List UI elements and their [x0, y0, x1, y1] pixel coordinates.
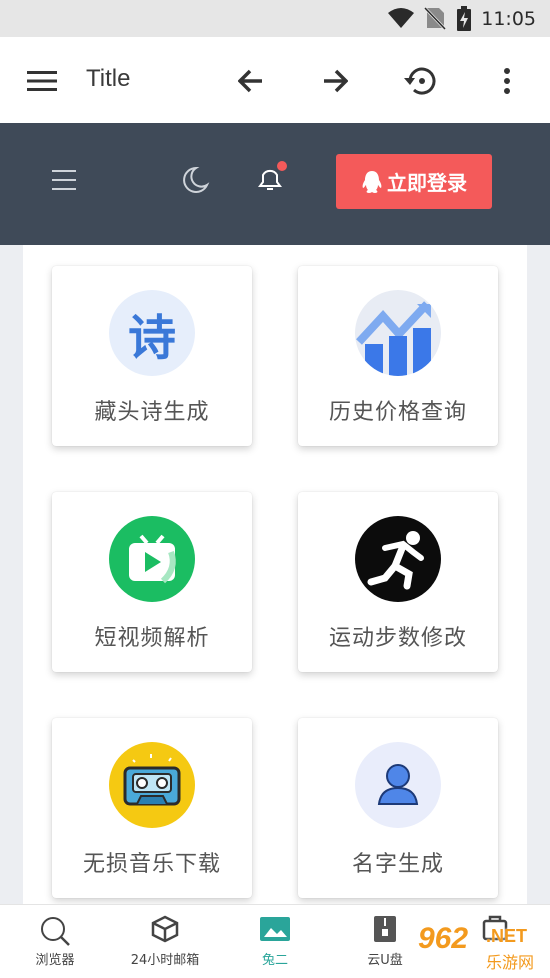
- tool-card-step-count[interactable]: 运动步数修改: [298, 492, 498, 672]
- tool-label: 运动步数修改: [328, 626, 467, 651]
- nav-label: 浏览器: [35, 953, 75, 968]
- tool-label: 历史价格查询: [328, 400, 467, 425]
- forward-arrow-icon: [324, 69, 348, 93]
- tool-card-acrostic-poem[interactable]: 诗 藏头诗生成: [52, 266, 252, 446]
- watermark-brand: 962: [418, 922, 469, 955]
- zip-icon: [374, 916, 396, 942]
- tool-label: 无损音乐下载: [82, 852, 221, 877]
- price-chart-icon: [355, 290, 441, 376]
- dark-mode-toggle[interactable]: [180, 165, 210, 199]
- status-bar: 11:05: [0, 0, 550, 37]
- login-button[interactable]: 立即登录: [336, 154, 492, 209]
- no-sim-icon: [424, 6, 446, 30]
- menu-button[interactable]: [22, 61, 62, 101]
- video-icon: [109, 516, 195, 602]
- tool-card-video-parse[interactable]: 短视频解析: [52, 492, 252, 672]
- forward-button[interactable]: [315, 61, 355, 101]
- watermark-sub: 乐游网: [486, 953, 535, 972]
- site-menu-button[interactable]: [52, 169, 76, 195]
- search-icon: [41, 917, 70, 946]
- bell-icon: [258, 161, 287, 190]
- box-icon: [151, 915, 179, 943]
- poem-icon: 诗: [109, 290, 195, 376]
- history-button[interactable]: [400, 61, 440, 101]
- battery-charging-icon: [457, 6, 471, 31]
- nav-browser[interactable]: 浏览器: [0, 905, 110, 978]
- tool-card-name-generator[interactable]: 名字生成: [298, 718, 498, 898]
- wifi-icon: [388, 8, 414, 28]
- back-button[interactable]: [231, 61, 271, 101]
- moon-icon: [183, 166, 210, 193]
- nav-label: 兔二: [261, 953, 288, 968]
- hamburger-icon: [52, 170, 76, 190]
- more-options-button[interactable]: [487, 61, 527, 101]
- tool-label: 名字生成: [351, 852, 444, 877]
- app-bar: Title: [0, 37, 550, 123]
- cassette-icon: [109, 742, 195, 828]
- page-title: Title: [86, 65, 131, 92]
- person-icon: [355, 742, 441, 828]
- watermark-suffix: .NET: [486, 926, 528, 946]
- qq-penguin-icon: [362, 170, 382, 193]
- menu-icon: [27, 71, 57, 91]
- poem-glyph: 诗: [127, 310, 176, 366]
- tool-label: 藏头诗生成: [94, 400, 210, 425]
- back-arrow-icon: [238, 69, 262, 93]
- login-label: 立即登录: [387, 171, 467, 195]
- history-icon: [404, 67, 436, 95]
- nav-tuer[interactable]: 兔二: [220, 905, 330, 978]
- clock: 11:05: [481, 8, 536, 30]
- site-watermark: 962 .NET 乐游网: [418, 922, 548, 974]
- tool-card-price-history[interactable]: 历史价格查询: [298, 266, 498, 446]
- site-header: 立即登录: [0, 123, 550, 245]
- tool-card-lossless-music[interactable]: 无损音乐下载: [52, 718, 252, 898]
- image-icon: [260, 917, 290, 941]
- nav-label: 24小时邮箱: [130, 953, 200, 968]
- nav-mailbox[interactable]: 24小时邮箱: [110, 905, 220, 978]
- notifications-button[interactable]: [255, 161, 289, 199]
- runner-icon: [355, 516, 441, 602]
- tools-panel: 诗 藏头诗生成 历史价格查询 短视频解析 运动步数修改 无损音乐下载 名字生成: [23, 245, 527, 905]
- more-vert-icon: [504, 68, 510, 94]
- tool-label: 短视频解析: [94, 626, 210, 651]
